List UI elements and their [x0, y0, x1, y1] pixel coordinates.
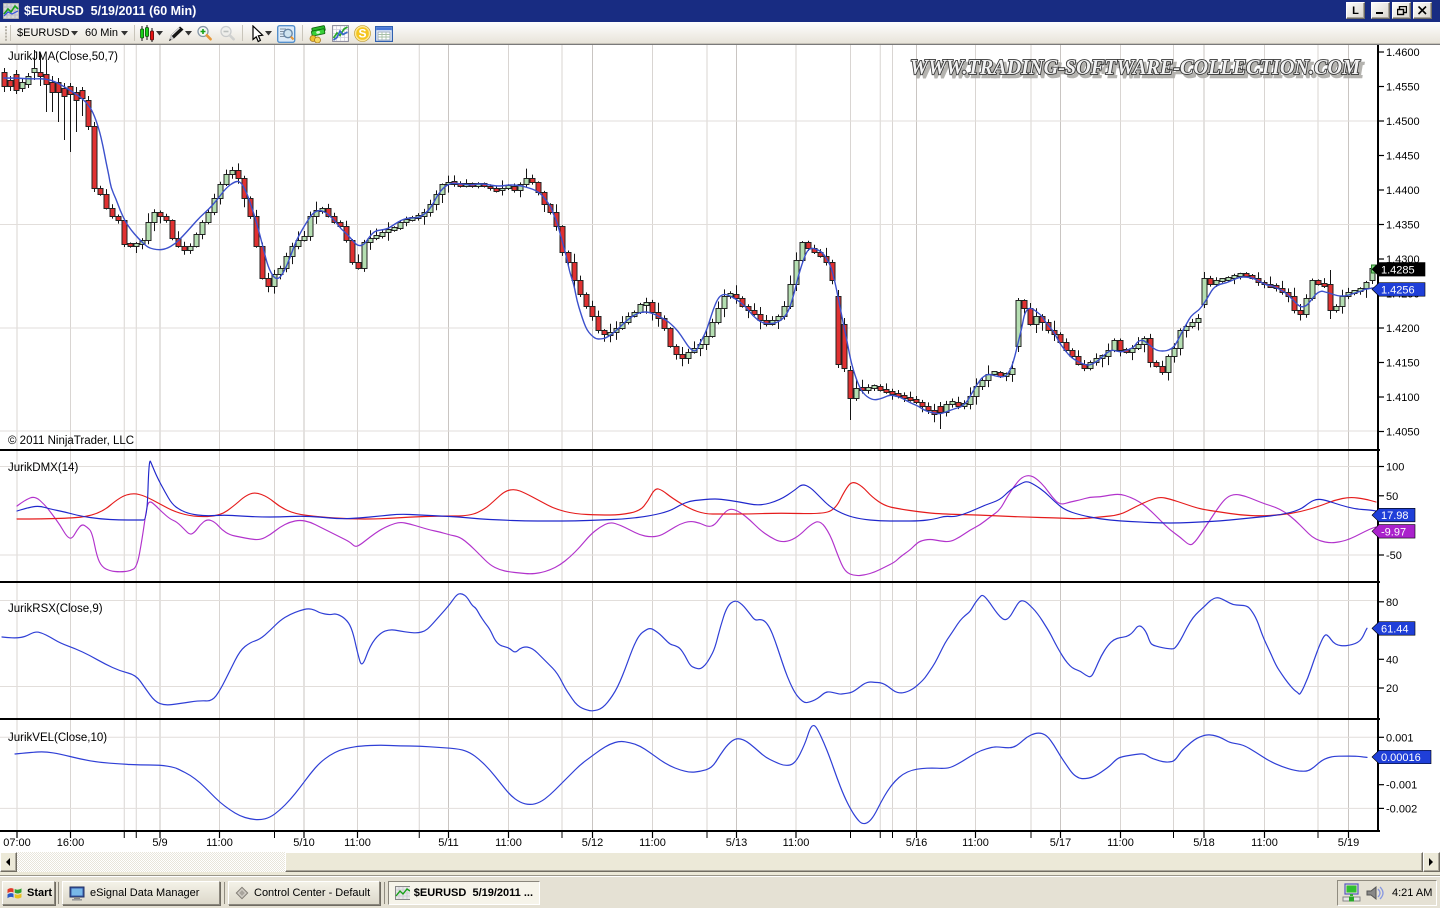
- svg-text:5/16: 5/16: [906, 837, 927, 849]
- svg-text:11:00: 11:00: [1251, 837, 1278, 849]
- svg-text:61.44: 61.44: [1381, 623, 1409, 635]
- svg-text:1.4256: 1.4256: [1381, 284, 1415, 296]
- svg-text:50: 50: [1386, 491, 1398, 503]
- svg-text:-9.97: -9.97: [1381, 526, 1406, 538]
- svg-text:11:00: 11:00: [962, 837, 989, 849]
- svg-text:5/11: 5/11: [438, 837, 459, 849]
- svg-text:1.4100: 1.4100: [1386, 392, 1420, 404]
- svg-text:5/9: 5/9: [152, 837, 167, 849]
- svg-text:80: 80: [1386, 597, 1398, 609]
- svg-text:5/17: 5/17: [1050, 837, 1071, 849]
- svg-text:1.4450: 1.4450: [1386, 151, 1420, 163]
- svg-text:5/19: 5/19: [1338, 837, 1359, 849]
- svg-text:WWW.TRADING-SOFTWARE-COLLECTIO: WWW.TRADING-SOFTWARE-COLLECTION.COM: [910, 55, 1361, 79]
- svg-text:5/13: 5/13: [726, 837, 747, 849]
- svg-text:JurikDMX(14): JurikDMX(14): [8, 462, 78, 474]
- svg-text:100: 100: [1386, 462, 1404, 474]
- svg-text:11:00: 11:00: [206, 837, 233, 849]
- svg-text:5/12: 5/12: [582, 837, 603, 849]
- svg-text:1.4050: 1.4050: [1386, 427, 1420, 439]
- svg-text:JurikRSX(Close,9): JurikRSX(Close,9): [8, 603, 103, 615]
- svg-text:17.98: 17.98: [1381, 510, 1409, 522]
- svg-text:1.4550: 1.4550: [1386, 82, 1420, 94]
- svg-text:0.001: 0.001: [1386, 732, 1414, 744]
- svg-text:1.4285: 1.4285: [1381, 264, 1415, 276]
- svg-text:S: S: [358, 27, 366, 41]
- svg-text:5/10: 5/10: [293, 837, 314, 849]
- svg-text:11:00: 11:00: [495, 837, 522, 849]
- svg-text:5/18: 5/18: [1193, 837, 1214, 849]
- svg-text:-0.002: -0.002: [1386, 803, 1417, 815]
- svg-text:1.4350: 1.4350: [1386, 220, 1420, 232]
- svg-text:1.4200: 1.4200: [1386, 323, 1420, 335]
- svg-text:1.4600: 1.4600: [1386, 47, 1420, 59]
- svg-text:11:00: 11:00: [344, 837, 371, 849]
- svg-text:© 2011 NinjaTrader, LLC: © 2011 NinjaTrader, LLC: [8, 435, 134, 447]
- svg-text:16:00: 16:00: [57, 837, 85, 849]
- svg-text:11:00: 11:00: [783, 837, 810, 849]
- svg-text:20: 20: [1386, 683, 1398, 695]
- svg-text:-50: -50: [1386, 550, 1402, 562]
- svg-text:-0.001: -0.001: [1386, 780, 1417, 792]
- svg-text:11:00: 11:00: [1107, 837, 1134, 849]
- svg-text:07:00: 07:00: [3, 837, 31, 849]
- svg-text:0.00016: 0.00016: [1381, 752, 1421, 764]
- svg-text:1.4400: 1.4400: [1386, 185, 1420, 197]
- svg-text:1.4500: 1.4500: [1386, 116, 1420, 128]
- svg-text:JurikJMA(Close,50,7): JurikJMA(Close,50,7): [8, 51, 118, 63]
- svg-text:1.4150: 1.4150: [1386, 358, 1420, 370]
- svg-text:JurikVEL(Close,10): JurikVEL(Close,10): [8, 732, 107, 744]
- svg-text:11:00: 11:00: [639, 837, 666, 849]
- svg-text:40: 40: [1386, 654, 1398, 666]
